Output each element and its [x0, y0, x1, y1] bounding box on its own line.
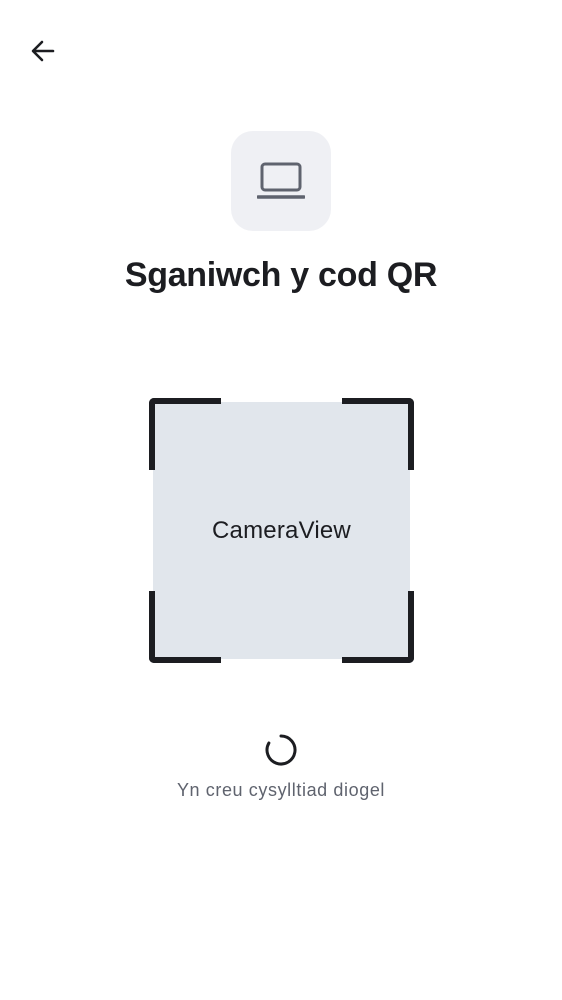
loading-spinner-icon: [265, 734, 297, 766]
scanner-corner-top-left: [149, 398, 221, 470]
laptop-icon: [257, 162, 305, 199]
qr-scanner-frame: CameraView: [149, 398, 414, 663]
page-title: Sganiwch y cod QR: [124, 256, 438, 294]
device-icon-tile: [231, 131, 331, 231]
scanner-corner-bottom-left: [149, 591, 221, 663]
scanner-corner-bottom-right: [342, 591, 414, 663]
back-button[interactable]: [22, 30, 64, 72]
arrow-left-icon: [31, 40, 55, 62]
status-text: Yn creu cysylltiad diogel: [176, 780, 386, 800]
scanner-corner-top-right: [342, 398, 414, 470]
camera-view-label: CameraView: [212, 516, 351, 544]
